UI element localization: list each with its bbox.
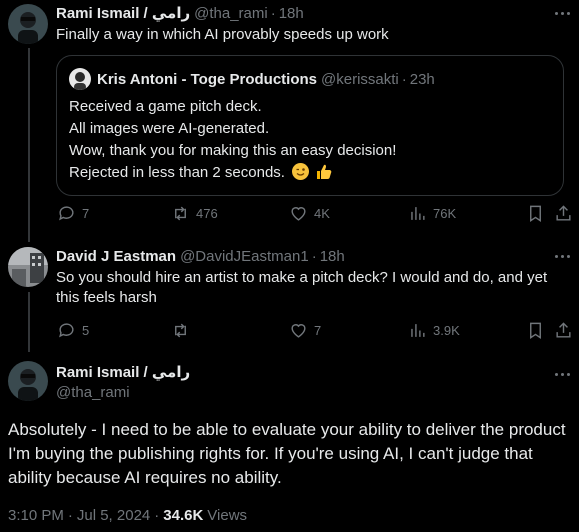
separator-dot: · — [154, 506, 160, 524]
more-options-icon[interactable] — [551, 246, 573, 266]
thumbs-up-emoji — [315, 163, 333, 180]
post-date[interactable]: Jul 5, 2024 — [77, 507, 150, 524]
author-name[interactable]: Rami Ismail / رامي — [56, 363, 190, 381]
quoted-tweet[interactable]: Kris Antoni - Toge Productions @kerissak… — [56, 55, 564, 196]
bookmark-icon — [530, 205, 541, 222]
quote-line: Wow, thank you for making this an easy d… — [69, 142, 397, 159]
reply-icon — [59, 205, 74, 220]
quote-author-handle[interactable]: @kerissakti — [321, 71, 399, 88]
quote-last-line: Rejected in less than 2 seconds. — [69, 163, 333, 183]
reply-icon — [59, 322, 74, 337]
like-button[interactable]: 7 — [289, 320, 321, 340]
views-count: 3.9K — [433, 322, 460, 338]
quote-timestamp[interactable]: 23h — [410, 71, 435, 88]
thread-line — [28, 292, 30, 352]
tweet-meta: 3:10 PM · Jul 5, 2024 · 34.6K Views — [8, 505, 247, 525]
views-button[interactable]: 76K — [408, 203, 456, 223]
like-count: 7 — [314, 322, 322, 338]
avatar-rami[interactable] — [8, 4, 48, 44]
bookmark-button[interactable] — [526, 203, 545, 223]
quote-line: Rejected in less than 2 seconds. — [69, 164, 285, 181]
share-button[interactable] — [554, 320, 573, 340]
more-options-icon[interactable] — [551, 364, 573, 384]
quote-line: All images were AI-generated. — [69, 120, 270, 137]
avatar-david[interactable] — [8, 247, 48, 287]
views-total: 34.6K — [163, 506, 204, 524]
repost-button[interactable] — [171, 320, 196, 340]
share-button[interactable] — [554, 203, 573, 223]
quote-header: Kris Antoni - Toge Productions @kerissak… — [97, 69, 435, 89]
author-handle[interactable]: @tha_rami — [56, 384, 130, 401]
repost-icon — [175, 323, 186, 337]
share-icon — [556, 204, 571, 221]
timestamp[interactable]: 18h — [279, 5, 304, 22]
separator-dot: · — [270, 4, 276, 22]
thread-line — [28, 48, 30, 242]
like-button[interactable]: 4K — [289, 203, 330, 223]
heart-icon — [291, 323, 306, 338]
repost-button[interactable]: 476 — [171, 203, 218, 223]
share-icon — [556, 321, 571, 338]
bookmark-icon — [530, 322, 541, 339]
tweet-text: So you should hire an artist to make a p… — [56, 269, 548, 306]
author-name[interactable]: Rami Ismail / رامي — [56, 4, 190, 22]
author-name[interactable]: David J Eastman — [56, 248, 176, 265]
views-count: 76K — [433, 205, 457, 221]
reply-count: 7 — [82, 205, 90, 221]
views-label: Views — [207, 506, 248, 524]
separator-dot: · — [67, 506, 73, 524]
avatar-rami[interactable] — [8, 361, 48, 401]
quote-author-name[interactable]: Kris Antoni - Toge Productions — [97, 71, 317, 88]
reply-button[interactable]: 7 — [57, 203, 89, 223]
tweet2-header: David J Eastman @DavidJEastman1 · 18h — [56, 246, 345, 266]
analytics-icon — [411, 206, 425, 220]
author-handle[interactable]: @DavidJEastman1 — [180, 248, 309, 265]
winking-face-emoji — [292, 163, 310, 180]
author-handle[interactable]: @tha_rami — [194, 5, 268, 22]
analytics-icon — [411, 323, 425, 337]
like-count: 4K — [314, 205, 330, 221]
repost-icon — [175, 206, 186, 220]
separator-dot: · — [401, 70, 407, 88]
timestamp[interactable]: 18h — [320, 248, 345, 265]
heart-icon — [291, 206, 306, 221]
reply-count: 5 — [82, 322, 90, 338]
separator-dot: · — [311, 247, 317, 265]
quote-line: Received a game pitch deck. — [69, 98, 262, 115]
bookmark-button[interactable] — [526, 320, 545, 340]
reply-button[interactable]: 5 — [57, 320, 89, 340]
more-options-icon[interactable] — [551, 3, 573, 23]
tweet-text: Finally a way in which AI provably speed… — [56, 26, 389, 43]
post-time[interactable]: 3:10 PM — [8, 507, 64, 524]
views-button[interactable]: 3.9K — [408, 320, 460, 340]
repost-count: 476 — [196, 205, 218, 221]
avatar-kris[interactable] — [69, 68, 91, 90]
tweet1-header: Rami Ismail / رامي @tha_rami · 18h — [56, 3, 304, 23]
tweet-text: Absolutely - I need to be able to evalua… — [8, 420, 566, 487]
